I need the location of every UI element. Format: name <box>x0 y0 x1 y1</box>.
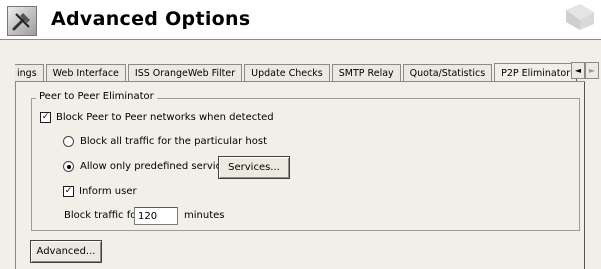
block-all-label: Block all traffic for the particular hos… <box>80 136 268 147</box>
block-traffic-suffix: minutes <box>184 210 225 221</box>
block-all-option[interactable]: Block all traffic for the particular hos… <box>63 136 267 147</box>
tab-bar: ings Web Interface ISS OrangeWeb Filter … <box>15 62 585 82</box>
services-button[interactable]: Services... <box>218 156 290 179</box>
tab-iss-orangeweb-filter[interactable]: ISS OrangeWeb Filter <box>127 64 243 81</box>
tab-p2p-eliminator[interactable]: P2P Eliminator <box>494 63 578 81</box>
tab-settings[interactable]: ings <box>15 64 44 81</box>
advanced-button[interactable]: Advanced... <box>30 240 102 263</box>
header-bar: Advanced Options <box>0 0 601 40</box>
tools-icon <box>7 6 37 36</box>
arrow-right-icon: ► <box>588 66 596 75</box>
tab-scroll-left-button[interactable]: ◄ <box>571 62 585 79</box>
inform-user-label: Inform user <box>79 186 137 197</box>
tab-update-checks[interactable]: Update Checks <box>244 64 330 81</box>
arrow-left-icon: ◄ <box>574 66 582 75</box>
block-traffic-prefix: Block traffic for <box>64 210 141 221</box>
page-title: Advanced Options <box>51 8 251 30</box>
block-traffic-minutes-input[interactable] <box>134 207 178 225</box>
tab-smtp-relay[interactable]: SMTP Relay <box>331 64 401 81</box>
inform-user-checkbox[interactable]: ✓ <box>63 186 74 197</box>
tab-scroll-right-button[interactable]: ► <box>585 62 599 79</box>
block-p2p-label: Block Peer to Peer networks when detecte… <box>56 112 274 123</box>
block-traffic-suffix-row: minutes <box>184 210 224 221</box>
block-p2p-checkbox[interactable]: ✓ <box>40 112 51 123</box>
inform-user-option[interactable]: ✓ Inform user <box>63 186 137 197</box>
block-traffic-row: Block traffic for <box>64 210 140 221</box>
tab-web-interface[interactable]: Web Interface <box>45 64 126 81</box>
block-all-radio[interactable] <box>63 136 74 147</box>
allow-predefined-option[interactable]: Allow only predefined services <box>63 161 232 172</box>
block-p2p-option[interactable]: ✓ Block Peer to Peer networks when detec… <box>40 112 274 123</box>
allow-predefined-label: Allow only predefined services <box>80 161 233 172</box>
groupbox-legend: Peer to Peer Eliminator <box>36 91 157 102</box>
allow-predefined-radio[interactable] <box>63 161 74 172</box>
tab-quota-statistics[interactable]: Quota/Statistics <box>402 64 493 81</box>
watermark-icon <box>566 4 594 30</box>
